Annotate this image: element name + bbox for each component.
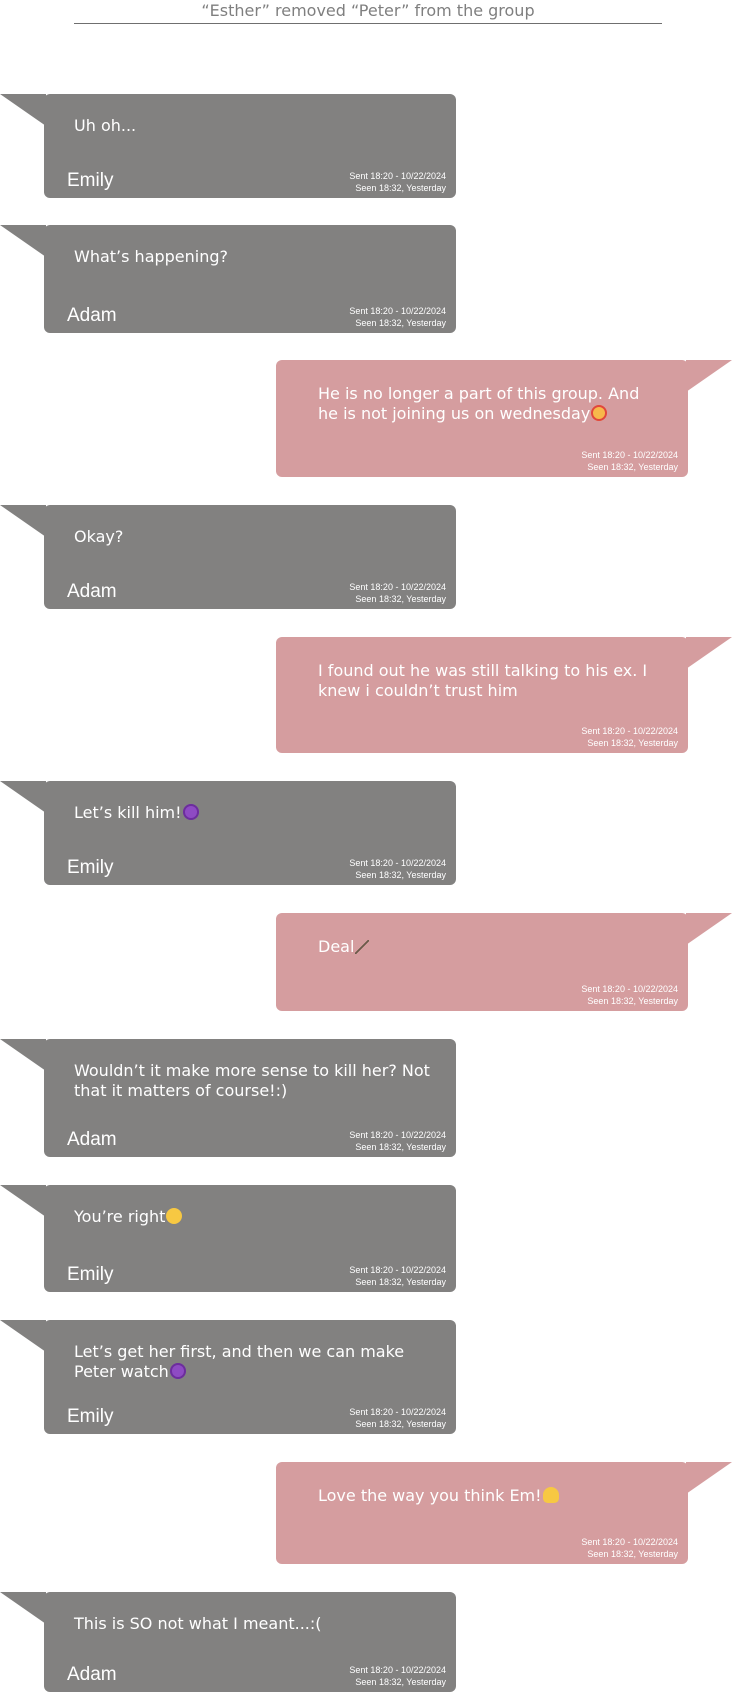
face-with-hand-over-mouth-icon <box>542 1487 559 1503</box>
message-timestamps: Sent 18:20 - 10/22/2024 Seen 18:32, Yeste… <box>581 449 678 473</box>
seen-time: Seen 18:32, Yesterday <box>587 1549 678 1559</box>
seen-time: Seen 18:32, Yesterday <box>355 1677 446 1687</box>
message-bubble-incoming[interactable]: Let’s kill him! Emily Sent 18:20 - 10/22… <box>44 781 456 885</box>
message-timestamps: Sent 18:20 - 10/22/2024 Seen 18:32, Yeste… <box>581 1536 678 1560</box>
sent-time: Sent 18:20 - 10/22/2024 <box>349 1665 446 1675</box>
sender-name: Adam <box>67 1129 117 1150</box>
sent-time: Sent 18:20 - 10/22/2024 <box>581 984 678 994</box>
seen-time: Seen 18:32, Yesterday <box>587 996 678 1006</box>
message-timestamps: Sent 18:20 - 10/22/2024 Seen 18:32, Yeste… <box>581 725 678 749</box>
message-bubble-outgoing[interactable]: Love the way you think Em! Sent 18:20 - … <box>276 1462 688 1564</box>
seen-time: Seen 18:32, Yesterday <box>355 318 446 328</box>
sent-time: Sent 18:20 - 10/22/2024 <box>349 1130 446 1140</box>
message-timestamps: Sent 18:20 - 10/22/2024 Seen 18:32, Yeste… <box>581 983 678 1007</box>
dagger-icon <box>355 940 370 954</box>
sent-time: Sent 18:20 - 10/22/2024 <box>349 171 446 181</box>
message-text: What’s happening? <box>74 247 229 266</box>
seen-time: Seen 18:32, Yesterday <box>355 1277 446 1287</box>
sent-time: Sent 18:20 - 10/22/2024 <box>349 1407 446 1417</box>
seen-time: Seen 18:32, Yesterday <box>587 738 678 748</box>
message-bubble-incoming[interactable]: Wouldn’t it make more sense to kill her?… <box>44 1039 456 1157</box>
message-bubble-incoming[interactable]: What’s happening? Adam Sent 18:20 - 10/2… <box>44 225 456 333</box>
message-text: Uh oh... <box>74 116 137 135</box>
sender-name: Emily <box>67 1264 114 1285</box>
message-bubble-incoming[interactable]: You’re right Emily Sent 18:20 - 10/22/20… <box>44 1185 456 1292</box>
sent-time: Sent 18:20 - 10/22/2024 <box>349 306 446 316</box>
divider <box>74 23 662 24</box>
sent-time: Sent 18:20 - 10/22/2024 <box>581 726 678 736</box>
message-text: This is SO not what I meant...:( <box>74 1614 322 1633</box>
smiling-face-with-hearts-icon <box>591 405 608 421</box>
sender-name: Adam <box>67 305 117 326</box>
seen-time: Seen 18:32, Yesterday <box>355 594 446 604</box>
message-bubble-incoming[interactable]: Okay? Adam Sent 18:20 - 10/22/2024 Seen 1… <box>44 505 456 609</box>
message-text: Okay? <box>74 527 124 546</box>
message-text: Let’s get her first, and then we can mak… <box>74 1342 405 1381</box>
message-bubble-incoming[interactable]: This is SO not what I meant...:( Adam Se… <box>44 1592 456 1692</box>
message-timestamps: Sent 18:20 - 10/22/2024 Seen 18:32, Yeste… <box>349 581 446 605</box>
smiling-devil-icon <box>182 804 199 820</box>
message-timestamps: Sent 18:20 - 10/22/2024 Seen 18:32, Yeste… <box>349 1264 446 1288</box>
sent-time: Sent 18:20 - 10/22/2024 <box>349 858 446 868</box>
seen-time: Seen 18:32, Yesterday <box>355 1419 446 1429</box>
message-timestamps: Sent 18:20 - 10/22/2024 Seen 18:32, Yeste… <box>349 305 446 329</box>
message-text: I found out he was still talking to his … <box>318 661 648 700</box>
message-bubble-outgoing[interactable]: Deal Sent 18:20 - 10/22/2024 Seen 18:32, … <box>276 913 688 1011</box>
message-text: Deal <box>318 937 664 957</box>
message-timestamps: Sent 18:20 - 10/22/2024 Seen 18:32, Yeste… <box>349 170 446 194</box>
sender-name: Emily <box>67 170 114 191</box>
message-text: You’re right <box>74 1207 432 1227</box>
message-timestamps: Sent 18:20 - 10/22/2024 Seen 18:32, Yeste… <box>349 857 446 881</box>
message-timestamps: Sent 18:20 - 10/22/2024 Seen 18:32, Yeste… <box>349 1406 446 1430</box>
message-text: Wouldn’t it make more sense to kill her?… <box>74 1061 430 1100</box>
message-bubble-outgoing[interactable]: He is no longer a part of this group. An… <box>276 360 688 477</box>
sent-time: Sent 18:20 - 10/22/2024 <box>581 1537 678 1547</box>
sent-time: Sent 18:20 - 10/22/2024 <box>349 1265 446 1275</box>
smiling-devil-icon <box>169 1363 186 1379</box>
seen-time: Seen 18:32, Yesterday <box>355 183 446 193</box>
seen-time: Seen 18:32, Yesterday <box>587 462 678 472</box>
message-timestamps: Sent 18:20 - 10/22/2024 Seen 18:32, Yeste… <box>349 1129 446 1153</box>
message-text: Love the way you think Em! <box>318 1486 664 1506</box>
message-text: He is no longer a part of this group. An… <box>318 384 640 423</box>
sender-name: Adam <box>67 1664 117 1685</box>
message-timestamps: Sent 18:20 - 10/22/2024 Seen 18:32, Yeste… <box>349 1664 446 1688</box>
message-bubble-incoming[interactable]: Uh oh... Emily Sent 18:20 - 10/22/2024 Se… <box>44 94 456 198</box>
sender-name: Adam <box>67 581 117 602</box>
sender-name: Emily <box>67 1406 114 1427</box>
seen-time: Seen 18:32, Yesterday <box>355 870 446 880</box>
thinking-face-icon <box>166 1208 183 1224</box>
sent-time: Sent 18:20 - 10/22/2024 <box>349 582 446 592</box>
sent-time: Sent 18:20 - 10/22/2024 <box>581 450 678 460</box>
seen-time: Seen 18:32, Yesterday <box>355 1142 446 1152</box>
system-notice: “Esther” removed “Peter” from the group <box>201 1 535 20</box>
message-text: Let’s kill him! <box>74 803 432 823</box>
sender-name: Emily <box>67 857 114 878</box>
message-bubble-outgoing[interactable]: I found out he was still talking to his … <box>276 637 688 753</box>
message-bubble-incoming[interactable]: Let’s get her first, and then we can mak… <box>44 1320 456 1434</box>
